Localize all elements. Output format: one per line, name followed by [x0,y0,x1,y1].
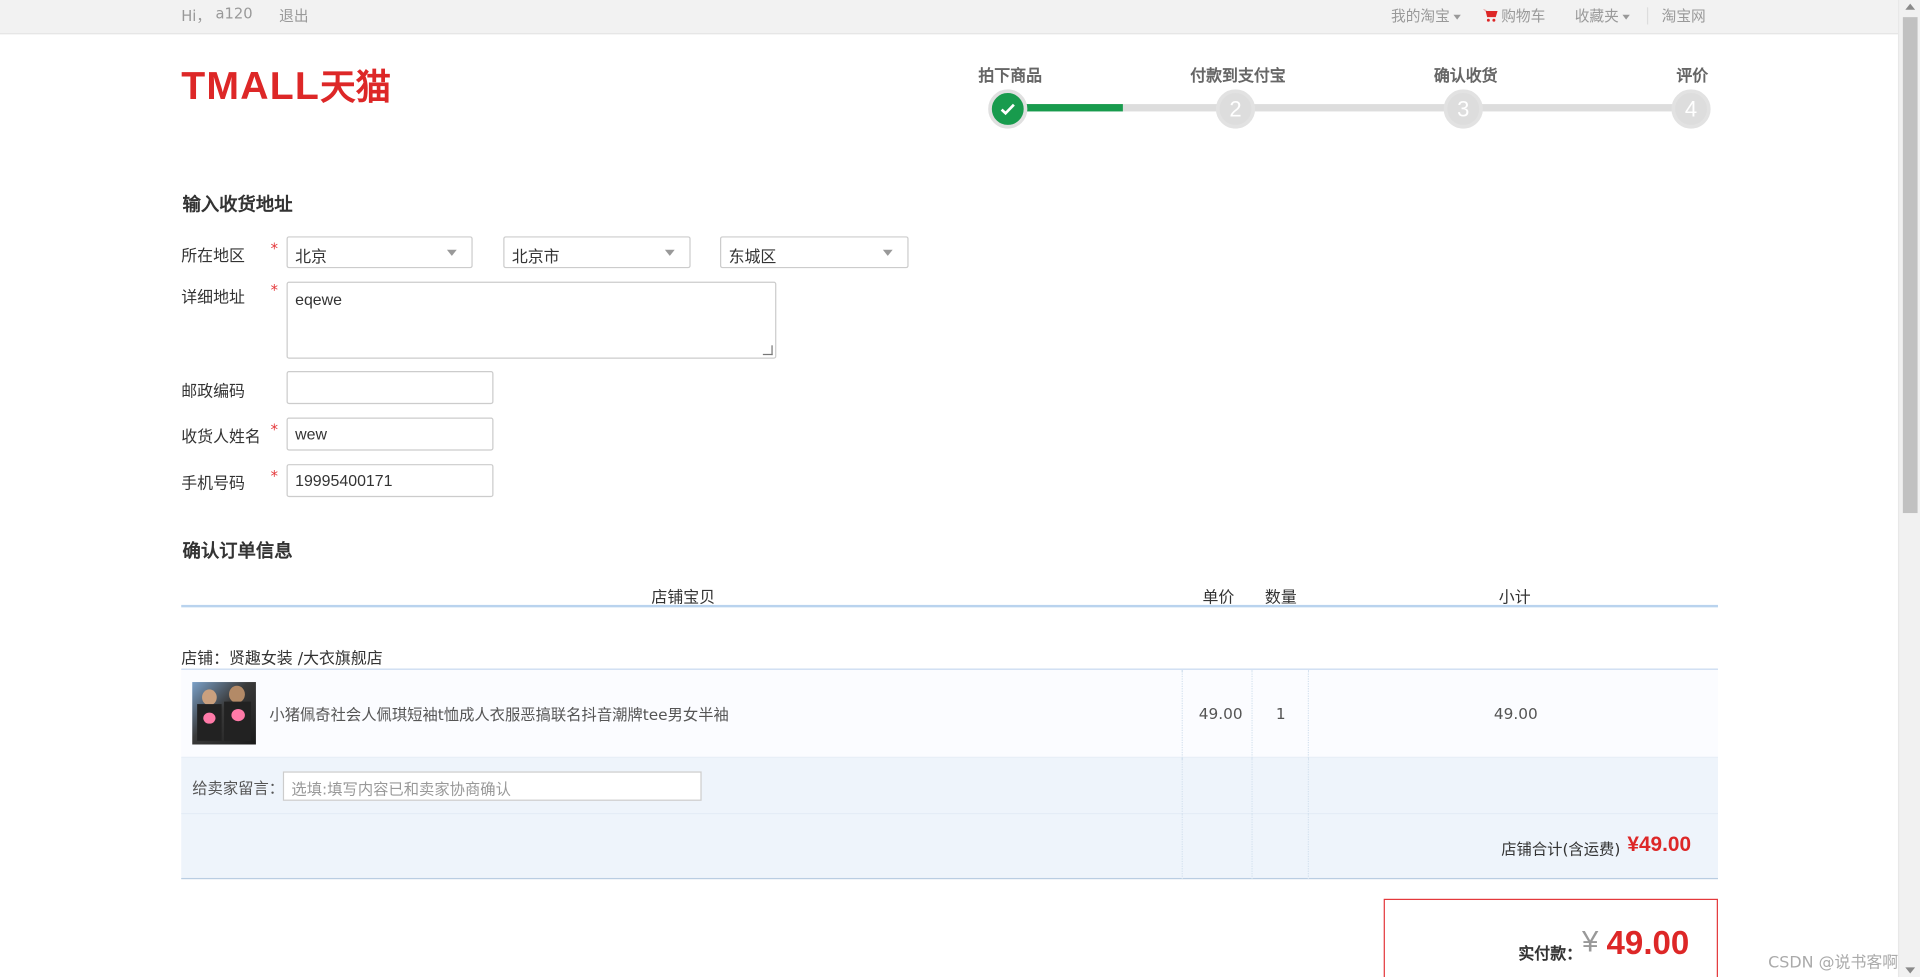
unit-price: 49.00 [1198,704,1243,723]
watermark: CSDN @说书客啊 [1768,953,1899,973]
shop-total-label: 店铺合计(含运费) [1501,840,1621,859]
col-header-subtotal: 小计 [1498,588,1531,608]
column-divider [1181,757,1183,815]
postcode-input[interactable] [286,371,494,405]
chevron-down-icon [446,249,457,256]
detail-address-textarea[interactable]: eqewe [286,281,777,359]
column-divider [1181,814,1183,880]
required-mark: * [270,281,278,299]
chevron-down-icon [664,249,675,256]
seller-message-label: 给卖家留言： [192,778,285,798]
col-header-price: 单价 [1202,588,1235,608]
step-circle-1 [988,89,1028,129]
shop-name: 店铺：贤趣女装 /大衣旗舰店 [181,650,383,669]
scroll-down-icon[interactable] [1905,967,1916,974]
receiver-name-label: 收货人姓名 [181,428,261,447]
step-label-4: 评价 [1676,67,1709,86]
column-divider [1251,757,1253,815]
divider [1646,7,1649,25]
resize-handle-icon[interactable] [762,345,773,356]
shop-total-row [181,814,1718,880]
address-section-title: 输入收货地址 [182,193,293,216]
step-label-2: 付款到支付宝 [1190,67,1286,86]
page: Hi， a120 退出 我的淘宝 购物车 收藏夹 淘宝网 TMALL天猫 拍下商… [0,0,1920,977]
payment-amount: 49.00 [1606,924,1690,962]
product-title-link[interactable]: 小猪佩奇社会人佩琪短袖t恤成人衣服恶搞联名抖音潮牌tee男女半袖 [269,702,728,725]
product-image[interactable] [192,682,256,745]
col-header-item: 店铺宝贝 [651,588,716,608]
scrollbar-thumb[interactable] [1902,17,1918,514]
cart-link[interactable]: 购物车 [1482,5,1545,26]
district-select[interactable]: 东城区 [720,236,909,269]
site-nav-bar: Hi， a120 退出 我的淘宝 购物车 收藏夹 淘宝网 [0,0,1898,35]
chevron-down-icon [1622,14,1630,19]
username-link[interactable]: a120 [216,5,253,22]
receiver-name-input[interactable]: wew [286,417,494,451]
my-taobao-menu[interactable]: 我的淘宝 [1391,5,1461,26]
province-select[interactable]: 北京 [286,236,473,269]
column-divider [1307,757,1309,815]
step-label-3: 确认收货 [1433,67,1498,86]
check-icon [1000,103,1015,116]
column-divider [1307,669,1309,758]
payment-label: 实付款： [1518,945,1583,964]
subtotal: 49.00 [1493,704,1538,723]
vertical-scrollbar[interactable] [1897,0,1920,977]
region-label: 所在地区 [181,247,245,266]
step-circle-2: 2 [1215,89,1256,129]
tmall-logo[interactable]: TMALL天猫 [181,66,391,108]
quantity: 1 [1275,704,1286,723]
city-select[interactable]: 北京市 [503,236,691,269]
table-header-divider [181,604,1718,608]
step-circle-4: 4 [1671,89,1711,129]
required-mark: * [270,467,278,485]
phone-input[interactable]: 19995400171 [286,464,494,498]
favorites-menu[interactable]: 收藏夹 [1575,5,1630,26]
logout-link[interactable]: 退出 [279,5,308,26]
currency-symbol: ¥ [1582,925,1599,959]
postcode-label: 邮政编码 [181,383,245,402]
required-mark: * [270,421,278,439]
seller-message-input[interactable]: 选填:填写内容已和卖家协商确认 [282,771,702,801]
step-circle-3: 3 [1443,89,1483,129]
order-progress-steps: 拍下商品 付款到支付宝 确认收货 评价 2 3 4 [967,61,1726,134]
greeting-text: Hi， [181,7,212,25]
detail-address-label: 详细地址 [181,288,245,308]
taobao-site-link[interactable]: 淘宝网 [1662,5,1706,26]
required-mark: * [270,240,278,258]
phone-label: 手机号码 [181,475,245,494]
column-divider [1251,814,1253,880]
order-section-title: 确认订单信息 [182,540,293,563]
scroll-up-icon[interactable] [1905,3,1916,10]
col-header-qty: 数量 [1264,588,1297,608]
column-divider [1181,669,1183,758]
chevron-down-icon [882,249,893,256]
cart-icon [1482,9,1498,22]
chevron-down-icon [1453,14,1461,19]
step-label-1: 拍下商品 [978,67,1043,86]
shop-total-value: ¥49.00 [1627,832,1692,856]
column-divider [1307,814,1309,880]
column-divider [1251,669,1253,758]
